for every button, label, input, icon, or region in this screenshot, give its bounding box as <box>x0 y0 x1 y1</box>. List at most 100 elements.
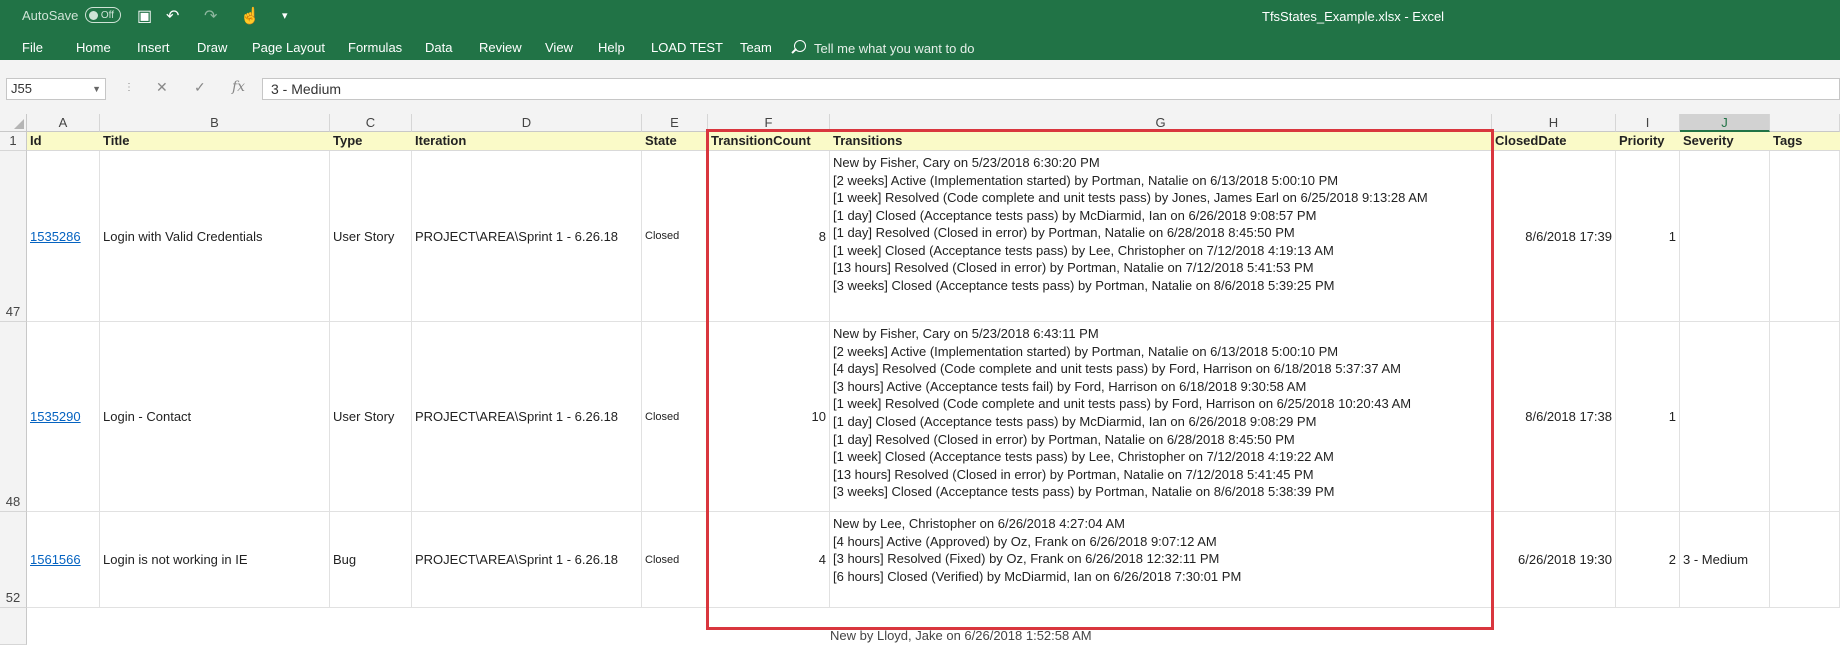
more-icon: ⋮ <box>124 82 134 93</box>
column-header-i[interactable]: I <box>1616 114 1680 132</box>
cell-iteration[interactable]: PROJECT\AREA\Sprint 1 - 6.26.18 <box>412 512 642 608</box>
header-type[interactable]: Type <box>330 132 412 151</box>
chevron-down-icon[interactable]: ▼ <box>92 79 101 99</box>
tab-load-test[interactable]: LOAD TEST <box>651 40 723 55</box>
cell-transition-count[interactable]: 8 <box>708 151 830 322</box>
transition-line: New by Fisher, Cary on 5/23/2018 6:30:20… <box>833 155 1100 170</box>
enter-icon[interactable]: ✓ <box>194 79 206 96</box>
tab-insert[interactable]: Insert <box>137 40 170 55</box>
column-header-h[interactable]: H <box>1492 114 1616 132</box>
column-header-b[interactable]: B <box>100 114 330 132</box>
cell-severity[interactable] <box>1680 151 1770 322</box>
header-severity[interactable]: Severity <box>1680 132 1770 151</box>
tab-view[interactable]: View <box>545 40 573 55</box>
insert-function-icon[interactable]: fx <box>232 79 245 95</box>
cell-transition-count[interactable]: 4 <box>708 512 830 608</box>
header-title[interactable]: Title <box>100 132 330 151</box>
header-priority[interactable]: Priority <box>1616 132 1680 151</box>
header-closed-date[interactable]: ClosedDate <box>1492 132 1616 151</box>
cell-closed-date[interactable]: 8/6/2018 17:38 <box>1492 322 1616 512</box>
name-box[interactable]: J55 ▼ <box>6 78 106 100</box>
spreadsheet-grid: A B C D E F G H I J 1 Id Title Type Iter… <box>0 114 1840 645</box>
tab-page-layout[interactable]: Page Layout <box>252 40 325 55</box>
cell-transitions[interactable]: New by Fisher, Cary on 5/23/2018 6:30:20… <box>830 151 1492 322</box>
title-bar: AutoSave Off ▣ ↶ ↷ ☝ ▾ TfsStates_Example… <box>0 0 1840 32</box>
select-all-corner[interactable] <box>0 114 27 132</box>
cell-iteration[interactable]: PROJECT\AREA\Sprint 1 - 6.26.18 <box>412 322 642 512</box>
transition-line: [1 week] Closed (Acceptance tests pass) … <box>833 242 1334 258</box>
row-header-48[interactable]: 48 <box>0 322 27 512</box>
tab-home[interactable]: Home <box>76 40 111 55</box>
transition-line: New by Fisher, Cary on 5/23/2018 6:43:11… <box>833 326 1099 341</box>
column-header-a[interactable]: A <box>27 114 100 132</box>
cell-title[interactable]: Login is not working in IE <box>100 512 330 608</box>
transition-line: [6 hours] Closed (Verified) by McDiarmid… <box>833 568 1242 584</box>
cell-iteration[interactable]: PROJECT\AREA\Sprint 1 - 6.26.18 <box>412 151 642 322</box>
cell-title[interactable]: Login - Contact <box>100 322 330 512</box>
cell-closed-date[interactable]: 6/26/2018 19:30 <box>1492 512 1616 608</box>
cell-transition-count[interactable]: 10 <box>708 322 830 512</box>
undo-icon[interactable]: ↶ <box>166 6 179 26</box>
cell-priority[interactable]: 1 <box>1616 151 1680 322</box>
column-header-c[interactable]: C <box>330 114 412 132</box>
header-transitions[interactable]: Transitions <box>830 132 1492 151</box>
cell-type[interactable]: User Story <box>330 151 412 322</box>
cell-severity[interactable] <box>1680 322 1770 512</box>
cell-state[interactable]: Closed <box>642 512 708 608</box>
row-header-52[interactable]: 52 <box>0 512 27 608</box>
cell-closed-date[interactable]: 8/6/2018 17:39 <box>1492 151 1616 322</box>
cell-title[interactable]: Login with Valid Credentials <box>100 151 330 322</box>
cell-type[interactable]: User Story <box>330 322 412 512</box>
column-header-k[interactable] <box>1770 114 1840 132</box>
row-header-47[interactable]: 47 <box>0 151 27 322</box>
column-header-e[interactable]: E <box>642 114 708 132</box>
transition-line: New by Lee, Christopher on 6/26/2018 4:2… <box>833 516 1125 531</box>
cell-id[interactable]: 1535290 <box>27 322 100 512</box>
cell-tags[interactable] <box>1770 322 1840 512</box>
cancel-icon[interactable]: ✕ <box>156 79 168 96</box>
cell-transitions[interactable]: New by Lee, Christopher on 6/26/2018 4:2… <box>830 512 1492 608</box>
column-header-d[interactable]: D <box>412 114 642 132</box>
cell-priority[interactable]: 1 <box>1616 322 1680 512</box>
ribbon-tabs: File Home Insert Draw Page Layout Formul… <box>0 32 1840 60</box>
cell-priority[interactable]: 2 <box>1616 512 1680 608</box>
formula-bar: J55 ▼ ⋮ ✕ ✓ fx 3 - Medium <box>0 60 1840 115</box>
cell-tags[interactable] <box>1770 512 1840 608</box>
tab-file[interactable]: File <box>22 40 43 55</box>
transition-line: [13 hours] Resolved (Closed in error) by… <box>833 466 1314 482</box>
header-iteration[interactable]: Iteration <box>412 132 642 151</box>
tab-draw[interactable]: Draw <box>197 40 227 55</box>
header-transition-count[interactable]: TransitionCount <box>708 132 830 151</box>
tab-review[interactable]: Review <box>479 40 522 55</box>
transition-line: [1 day] Closed (Acceptance tests pass) b… <box>833 413 1317 429</box>
tab-team[interactable]: Team <box>740 40 772 55</box>
formula-input[interactable]: 3 - Medium <box>262 78 1840 100</box>
save-icon[interactable]: ▣ <box>137 6 152 26</box>
header-id[interactable]: Id <box>27 132 100 151</box>
row-header-partial[interactable] <box>0 608 27 645</box>
header-state[interactable]: State <box>642 132 708 151</box>
cell-state[interactable]: Closed <box>642 151 708 322</box>
transition-line: [2 weeks] Active (Implementation started… <box>833 172 1339 188</box>
customize-qat-icon[interactable]: ▾ <box>282 9 288 22</box>
cell-state[interactable]: Closed <box>642 322 708 512</box>
cell-tags[interactable] <box>1770 151 1840 322</box>
row-header-1[interactable]: 1 <box>0 132 27 151</box>
column-header-g[interactable]: G <box>830 114 1492 132</box>
tell-me-search[interactable]: Tell me what you want to do <box>814 41 974 56</box>
cell-severity[interactable]: 3 - Medium <box>1680 512 1770 608</box>
tab-help[interactable]: Help <box>598 40 625 55</box>
tab-formulas[interactable]: Formulas <box>348 40 402 55</box>
column-header-f[interactable]: F <box>708 114 830 132</box>
header-tags[interactable]: Tags <box>1770 132 1840 151</box>
cell-id[interactable]: 1561566 <box>27 512 100 608</box>
redo-icon[interactable]: ↷ <box>204 6 217 26</box>
touch-mode-icon[interactable]: ☝ <box>240 6 260 26</box>
name-box-value: J55 <box>11 81 32 96</box>
cell-transitions[interactable]: New by Fisher, Cary on 5/23/2018 6:43:11… <box>830 322 1492 512</box>
cell-type[interactable]: Bug <box>330 512 412 608</box>
autosave-toggle[interactable]: Off <box>85 7 121 23</box>
cell-id[interactable]: 1535286 <box>27 151 100 322</box>
column-header-j[interactable]: J <box>1680 114 1770 132</box>
tab-data[interactable]: Data <box>425 40 452 55</box>
